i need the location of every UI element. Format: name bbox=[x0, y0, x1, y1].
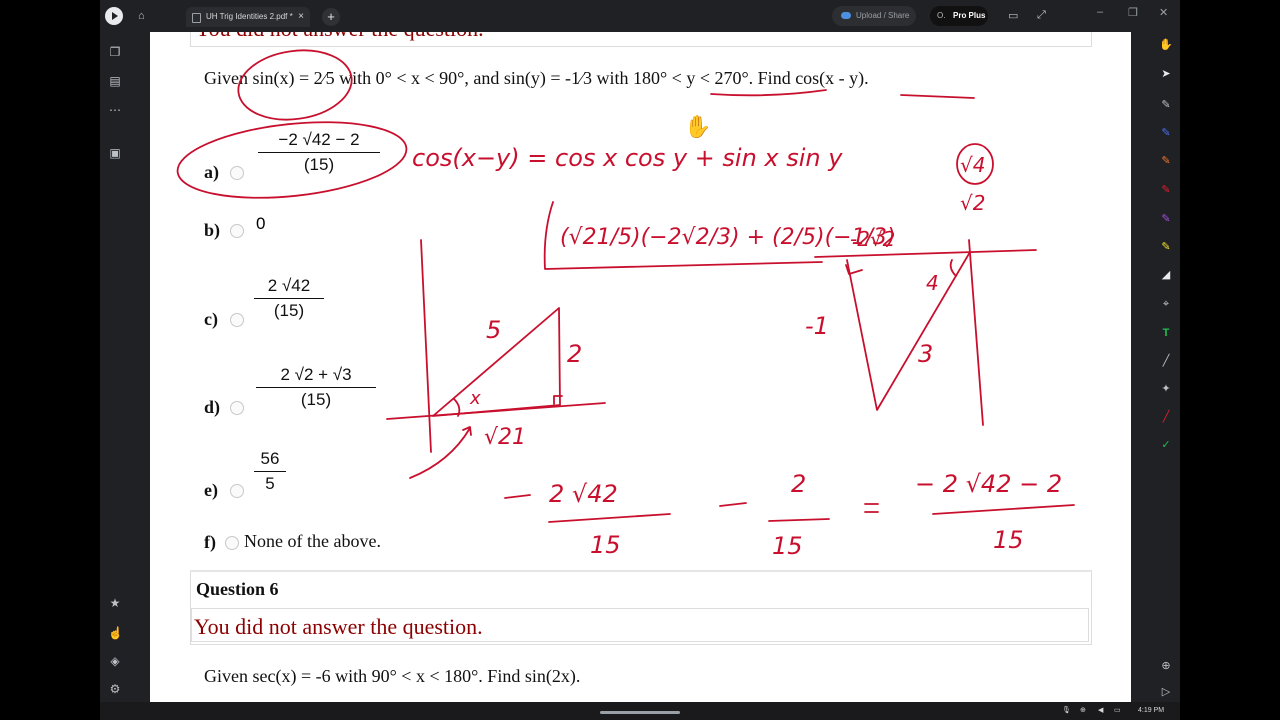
blue-pen-icon[interactable]: ✎ bbox=[1159, 126, 1173, 140]
arrow-sqrt21 bbox=[409, 426, 472, 479]
ink-adj-left: √21 bbox=[484, 425, 526, 450]
fraction-bar-1 bbox=[548, 513, 671, 523]
title-bar: ⌂ UH Trig Identities 2.pdf * × + Upload … bbox=[100, 0, 1180, 32]
equals-1 bbox=[864, 503, 879, 513]
text-tool-icon[interactable]: T bbox=[1159, 326, 1173, 340]
pdf-page: You did not answer the question. Given s… bbox=[150, 32, 1131, 704]
close-tab-icon[interactable]: × bbox=[298, 7, 304, 27]
ink-angle-x: x bbox=[469, 388, 481, 409]
fullscreen-icon[interactable]: ⤢ bbox=[1037, 9, 1046, 22]
pro-icon: O. bbox=[937, 11, 946, 20]
upload-share-label: Upload / Share bbox=[856, 11, 910, 20]
upload-share-button[interactable]: Upload / Share bbox=[832, 6, 916, 26]
red-pen-icon[interactable]: ✎ bbox=[1159, 183, 1173, 197]
right-x-axis bbox=[814, 249, 1037, 258]
battery-icon: ▭ bbox=[1114, 707, 1121, 714]
ink-opp-left: 2 bbox=[567, 340, 582, 368]
ink-result-num: − 2 √42 − 2 bbox=[915, 470, 1062, 498]
ink-den-2: 15 bbox=[772, 532, 803, 560]
ink-formula: cos(x−y) = cos x cos y + sin x sin y bbox=[412, 144, 843, 172]
left-sidebar: ❐ ▤ ⋯ ▣ ★ ☝ ◈ ⚙ bbox=[100, 32, 130, 702]
settings-gear-icon[interactable]: ⚙ bbox=[108, 682, 122, 696]
red-line-icon[interactable]: ╱ bbox=[1159, 410, 1173, 424]
globe-icon[interactable]: ⊕ bbox=[1080, 706, 1086, 714]
laser-icon[interactable]: ✦ bbox=[1159, 382, 1173, 396]
status-bar: 🎙 ⊕ ◀ ▭ 4:19 PM bbox=[100, 702, 1180, 720]
pointer-icon[interactable]: ➤ bbox=[1159, 67, 1173, 81]
pro-plus-label: Pro Plus bbox=[953, 11, 986, 20]
app-logo-icon[interactable] bbox=[105, 7, 123, 25]
ink-den-1: 15 bbox=[590, 531, 621, 559]
add-icon[interactable]: ⊕ bbox=[1159, 659, 1173, 673]
fraction-bar-3 bbox=[932, 504, 1075, 515]
ink-result-den: 15 bbox=[993, 526, 1024, 554]
highlighter-icon[interactable]: ✎ bbox=[1159, 240, 1173, 254]
app-window: ⌂ UH Trig Identities 2.pdf * × + Upload … bbox=[100, 0, 1180, 720]
ink-num-1: 2 √42 bbox=[549, 480, 618, 508]
mic-icon[interactable]: 🎙 bbox=[1062, 706, 1071, 714]
minus-1 bbox=[504, 494, 531, 499]
ink-hyp-right-4: 4 bbox=[926, 271, 939, 295]
eraser-icon[interactable]: ◢ bbox=[1159, 268, 1173, 282]
layers-icon[interactable]: ◈ bbox=[108, 654, 122, 668]
pro-plus-button[interactable]: O. Pro Plus bbox=[930, 6, 988, 26]
shape-icon[interactable]: ✓ bbox=[1159, 438, 1173, 452]
right-triangle bbox=[846, 251, 971, 411]
hand-cursor-icon: ✋ bbox=[684, 114, 712, 139]
angle-arc-y bbox=[949, 259, 957, 277]
purple-pen-icon[interactable]: ✎ bbox=[1159, 212, 1173, 226]
maximize-icon[interactable]: ❐ bbox=[1128, 6, 1138, 19]
line-tool-icon[interactable]: ╱ bbox=[1159, 354, 1173, 368]
star-icon[interactable]: ★ bbox=[108, 596, 122, 610]
home-indicator[interactable] bbox=[600, 711, 680, 714]
tab-title: UH Trig Identities 2.pdf * bbox=[206, 12, 293, 21]
document-icon bbox=[192, 13, 201, 23]
fraction-bar-2 bbox=[768, 518, 830, 522]
pan-hand-icon[interactable]: ✋ bbox=[1159, 38, 1173, 52]
underline-cos bbox=[900, 94, 975, 99]
ink-annotations: cos(x−y) = cos x cos y + sin x sin y √4 … bbox=[176, 49, 1075, 560]
volume-icon[interactable]: ◀ bbox=[1098, 706, 1103, 714]
tab-document[interactable]: UH Trig Identities 2.pdf * × bbox=[186, 7, 310, 27]
orange-pen-icon[interactable]: ✎ bbox=[1159, 154, 1173, 168]
gesture-icon[interactable]: ☝ bbox=[108, 626, 123, 640]
circle-option-a bbox=[176, 121, 408, 199]
minimize-icon[interactable]: – bbox=[1097, 6, 1103, 18]
ink-product: (√21/5)(−2√2/3) + (2/5)(−1/3) bbox=[560, 225, 896, 250]
record-icon[interactable]: ▷ bbox=[1159, 685, 1173, 699]
close-window-icon[interactable]: ✕ bbox=[1159, 6, 1168, 19]
underline-y-range bbox=[710, 89, 827, 97]
home-icon[interactable]: ⌂ bbox=[138, 10, 145, 22]
book-icon[interactable]: ▤ bbox=[108, 74, 122, 88]
left-y-axis bbox=[420, 239, 432, 453]
ink-hyp-left: 5 bbox=[486, 316, 501, 344]
ink-sqrt4: √4 bbox=[960, 153, 985, 177]
ink-sqrt2: √2 bbox=[960, 191, 985, 215]
pen-icon[interactable]: ✎ bbox=[1159, 98, 1173, 112]
minus-2 bbox=[719, 502, 747, 507]
ink-hyp-right: 3 bbox=[918, 340, 933, 368]
new-tab-button[interactable]: + bbox=[322, 8, 340, 26]
cloud-icon bbox=[841, 12, 851, 19]
right-toolbar: ✋ ➤ ✎ ✎ ✎ ✎ ✎ ✎ ◢ ⌖ T ╱ ✦ ╱ ✓ ⊕ ▷ bbox=[1151, 32, 1180, 702]
more-icon[interactable]: ⋯ bbox=[108, 103, 122, 117]
right-y-axis bbox=[968, 239, 984, 426]
circle-sinx bbox=[237, 49, 353, 121]
ink-adj-right: -2√2 bbox=[850, 227, 895, 251]
ink-num-2: 2 bbox=[791, 470, 806, 498]
lasso-icon[interactable]: ⌖ bbox=[1159, 297, 1173, 311]
clock-time: 4:19 PM bbox=[1138, 707, 1165, 714]
bookmark-icon[interactable]: ▣ bbox=[108, 146, 122, 160]
pages-icon[interactable]: ❐ bbox=[108, 45, 122, 59]
present-icon[interactable]: ▭ bbox=[1008, 9, 1018, 22]
ink-opp-right: -1 bbox=[805, 312, 829, 340]
